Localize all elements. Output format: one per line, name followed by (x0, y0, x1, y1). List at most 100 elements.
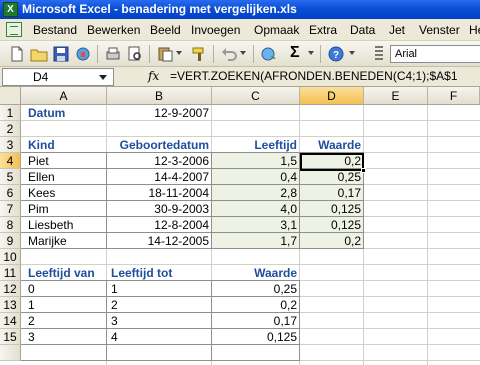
cell-b8[interactable]: 12-8-2004 (107, 217, 211, 233)
cell-c9[interactable]: 1,7 (212, 233, 299, 249)
cell-c15[interactable]: 0,125 (212, 329, 299, 345)
cell-a12[interactable]: 0 (26, 281, 37, 297)
menu-beeld[interactable]: Beeld (150, 19, 181, 41)
row-header-14[interactable]: 14 (0, 313, 21, 329)
cell-c13[interactable]: 0,2 (212, 297, 299, 313)
save-icon[interactable] (52, 45, 70, 63)
cell-a8[interactable]: Liesbeth (26, 217, 75, 233)
cell-d3[interactable]: Waarde (300, 137, 363, 153)
cell-b11[interactable]: Leeftijd tot (109, 265, 174, 281)
hyperlink-icon[interactable] (260, 45, 278, 63)
row-header-16[interactable] (0, 345, 21, 361)
cell-c11[interactable]: Waarde (212, 265, 299, 281)
menu-extra[interactable]: Extra (309, 19, 337, 41)
menu-bewerken[interactable]: Bewerken (87, 19, 140, 41)
row-header-13[interactable]: 13 (0, 297, 21, 313)
print-preview-icon[interactable] (126, 45, 144, 63)
cell-b4[interactable]: 12-3-2006 (107, 153, 211, 169)
menu-jet[interactable]: Jet (389, 19, 405, 41)
row-header-7[interactable]: 7 (0, 201, 21, 217)
cell-c4[interactable]: 1,5 (212, 153, 299, 169)
cell-a1[interactable]: Datum (26, 105, 67, 121)
cell-a3[interactable]: Kind (26, 137, 57, 153)
name-box[interactable]: D4 (2, 68, 114, 86)
column-header-a[interactable]: A (21, 87, 107, 105)
menu-help[interactable]: He (469, 19, 480, 41)
cell-c5[interactable]: 0,4 (212, 169, 299, 185)
menu-data[interactable]: Data (350, 19, 375, 41)
row-header-9[interactable]: 9 (0, 233, 21, 249)
row-header-5[interactable]: 5 (0, 169, 21, 185)
insert-function-icon[interactable]: fx (148, 69, 159, 83)
cell-b5[interactable]: 14-4-2007 (107, 169, 211, 185)
excel-app-icon[interactable]: X (3, 2, 18, 17)
cell-c7[interactable]: 4,0 (212, 201, 299, 217)
cell-d7[interactable]: 0,125 (300, 201, 363, 217)
cell-c3[interactable]: Leeftijd (212, 137, 299, 153)
menu-venster[interactable]: Venster (419, 19, 460, 41)
workbook-icon[interactable] (6, 22, 22, 37)
row-header-2[interactable]: 2 (0, 121, 21, 137)
cell-d5[interactable]: 0,25 (300, 169, 363, 185)
cell-a6[interactable]: Kees (26, 185, 57, 201)
row-header-11[interactable]: 11 (0, 265, 21, 281)
print-icon[interactable] (104, 45, 122, 63)
select-all-corner[interactable] (0, 87, 21, 105)
cell-b13[interactable]: 2 (109, 297, 120, 313)
autosum-icon[interactable]: Σ (290, 44, 300, 62)
toolbar-options-caret[interactable] (349, 51, 355, 55)
cell-a4[interactable]: Piet (26, 153, 51, 169)
cell-a9[interactable]: Marijke (26, 233, 69, 249)
column-header-c[interactable]: C (212, 87, 300, 105)
undo-icon[interactable] (220, 45, 238, 63)
cell-b14[interactable]: 3 (109, 313, 120, 329)
fill-handle[interactable] (361, 168, 366, 173)
row-header-3[interactable]: 3 (0, 137, 21, 153)
new-document-icon[interactable] (8, 45, 26, 63)
column-header-b[interactable]: B (107, 87, 212, 105)
cell-c8[interactable]: 3,1 (212, 217, 299, 233)
row-header-12[interactable]: 12 (0, 281, 21, 297)
cell-a14[interactable]: 2 (26, 313, 37, 329)
cell-b7[interactable]: 30-9-2003 (107, 201, 211, 217)
undo-dropdown-caret[interactable] (240, 51, 246, 55)
cell-c12[interactable]: 0,25 (212, 281, 299, 297)
menu-opmaak[interactable]: Opmaak (254, 19, 299, 41)
cell-b1[interactable]: 12-9-2007 (107, 105, 211, 121)
row-header-15[interactable]: 15 (0, 329, 21, 345)
paste-dropdown-caret[interactable] (176, 51, 182, 55)
font-name-field[interactable]: Arial (390, 45, 480, 63)
cell-b6[interactable]: 18-11-2004 (107, 185, 211, 201)
cell-b3[interactable]: Geboortedatum (107, 137, 211, 153)
menu-invoegen[interactable]: Invoegen (191, 19, 240, 41)
cell-a7[interactable]: Pim (26, 201, 51, 217)
row-header-4[interactable]: 4 (0, 153, 21, 169)
help-icon[interactable]: ? (327, 45, 345, 63)
column-header-d[interactable]: D (300, 87, 364, 105)
cell-b9[interactable]: 14-12-2005 (107, 233, 211, 249)
paste-icon[interactable] (156, 45, 174, 63)
open-folder-icon[interactable] (30, 45, 48, 63)
cell-a15[interactable]: 3 (26, 329, 37, 345)
row-header-1[interactable]: 1 (0, 105, 21, 121)
cell-a5[interactable]: Ellen (26, 169, 57, 185)
formula-input[interactable]: =VERT.ZOEKEN(AFRONDEN.BENEDEN(C4;1);$A$1 (170, 69, 458, 83)
permission-icon[interactable] (74, 45, 92, 63)
name-box-dropdown-caret[interactable] (99, 75, 107, 80)
row-header-8[interactable]: 8 (0, 217, 21, 233)
menu-bestand[interactable]: Bestand (33, 19, 77, 41)
column-header-e[interactable]: E (364, 87, 428, 105)
toolbar-grip[interactable] (375, 46, 383, 62)
cell-c6[interactable]: 2,8 (212, 185, 299, 201)
cell-a13[interactable]: 1 (26, 297, 37, 313)
format-painter-icon[interactable] (190, 45, 208, 63)
cell-a11[interactable]: Leeftijd van (26, 265, 97, 281)
cell-c14[interactable]: 0,17 (212, 313, 299, 329)
column-header-f[interactable]: F (428, 87, 480, 105)
row-header-6[interactable]: 6 (0, 185, 21, 201)
cell-d9[interactable]: 0,2 (300, 233, 363, 249)
active-cell-selection[interactable] (300, 153, 364, 171)
cell-d6[interactable]: 0,17 (300, 185, 363, 201)
row-header-10[interactable]: 10 (0, 249, 21, 265)
cell-b15[interactable]: 4 (109, 329, 120, 345)
